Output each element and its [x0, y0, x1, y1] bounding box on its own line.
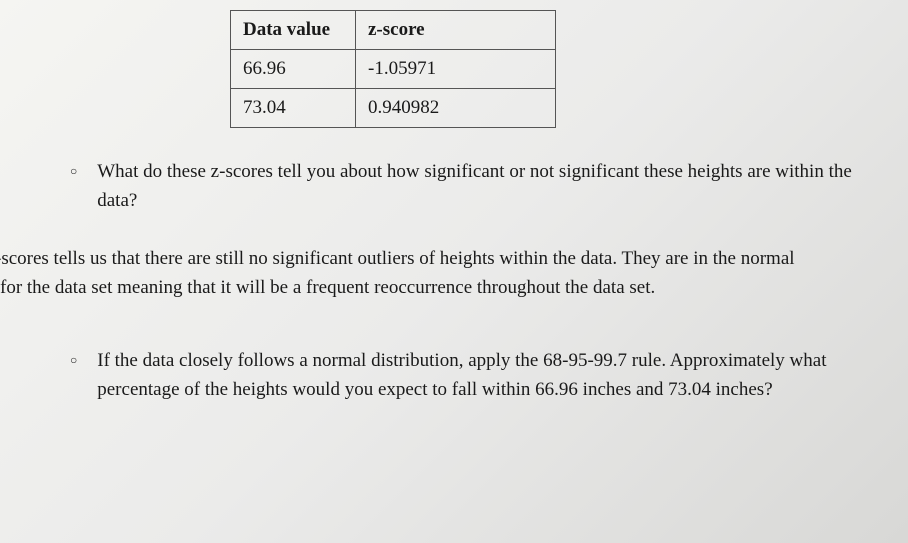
bullet-icon: ○: [70, 353, 77, 368]
zscore-table: Data value z-score 66.96 -1.05971 73.04 …: [230, 10, 556, 128]
cell-data-value-2: 73.04: [231, 89, 356, 128]
answer-1-line-1: -scores tells us that there are still no…: [0, 245, 893, 274]
table-row: 66.96 -1.05971: [231, 50, 556, 89]
question-1-text: What do these z-scores tell you about ho…: [97, 158, 888, 215]
bullet-icon: ○: [70, 164, 77, 179]
cell-data-value-1: 66.96: [231, 50, 356, 89]
question-2-text: If the data closely follows a normal dis…: [97, 347, 888, 404]
answer-1-block: -scores tells us that there are still no…: [0, 245, 893, 302]
question-2-block: ○ If the data closely follows a normal d…: [70, 347, 888, 404]
question-1-block: ○ What do these z-scores tell you about …: [70, 158, 888, 215]
answer-1-line-2: for the data set meaning that it will be…: [0, 274, 893, 303]
header-data-value: Data value: [231, 11, 356, 50]
table-header-row: Data value z-score: [231, 11, 556, 50]
cell-z-score-2: 0.940982: [356, 89, 556, 128]
header-z-score: z-score: [356, 11, 556, 50]
cell-z-score-1: -1.05971: [356, 50, 556, 89]
table-row: 73.04 0.940982: [231, 89, 556, 128]
zscore-table-container: Data value z-score 66.96 -1.05971 73.04 …: [230, 10, 908, 128]
